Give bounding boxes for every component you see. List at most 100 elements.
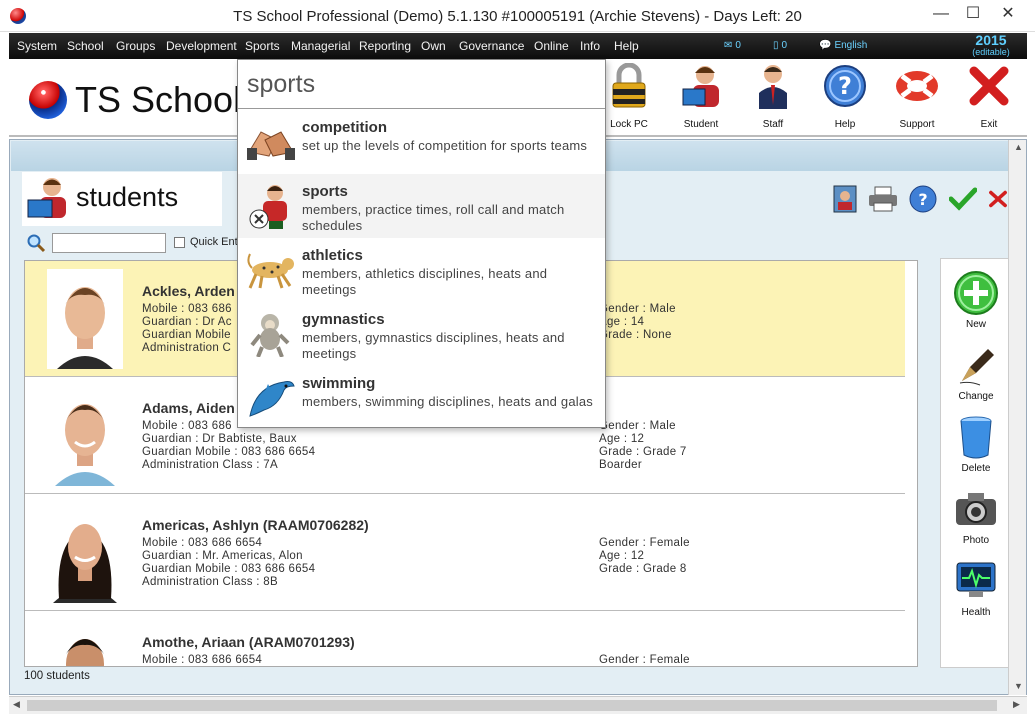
quick-entry-checkbox[interactable] [174, 237, 185, 248]
handshake-icon [246, 118, 296, 166]
speech-bubble-icon: 💬 [819, 40, 832, 51]
search-icon [27, 234, 46, 253]
student-count: 100 students [24, 670, 90, 682]
confirm-button[interactable] [948, 184, 978, 214]
academic-year[interactable]: 2015 (editable) [969, 33, 1013, 57]
menu-bar: System School Groups Development Sports … [9, 33, 1027, 59]
cancel-button[interactable] [988, 184, 1008, 214]
menu-info[interactable]: Info [580, 39, 600, 53]
scroll-up-icon[interactable]: ▲ [1014, 142, 1023, 152]
table-row[interactable]: Americas, Ashlyn (RAAM0706282) Mobile : … [25, 495, 905, 611]
dolphin-icon [246, 374, 296, 422]
student-icon [678, 63, 724, 109]
student-name: Adams, Aiden [142, 400, 235, 416]
help-icon: ? [909, 185, 937, 213]
table-row[interactable]: Amothe, Ariaan (ARAM0701293) Mobile : 08… [25, 612, 905, 666]
quick-entry-label: Quick Ent [190, 236, 238, 248]
student-photo [47, 620, 123, 666]
student-contact-details: Mobile : 083 686 Guardian : Dr Ac Guardi… [142, 303, 232, 354]
dropdown-item-sports[interactable]: sports members, practice times, roll cal… [238, 174, 605, 238]
svg-text:?: ? [918, 190, 927, 209]
menu-reporting[interactable]: Reporting [359, 39, 411, 53]
dropdown-item-competition[interactable]: competition set up the levels of competi… [238, 110, 605, 174]
lifebuoy-icon [894, 63, 940, 109]
menu-help[interactable]: Help [614, 39, 639, 53]
delete-button[interactable]: Delete [941, 415, 1011, 474]
scroll-down-icon[interactable]: ▼ [1014, 681, 1023, 691]
panel-title-box: students [22, 172, 222, 226]
exit-button[interactable]: Exit [959, 63, 1019, 130]
photo-button[interactable]: Photo [941, 487, 1011, 546]
menu-system[interactable]: System [17, 39, 57, 53]
student-contact-details: Mobile : 083 686 6654 [142, 654, 263, 666]
student-name: Ackles, Arden [142, 283, 235, 299]
student-icon [26, 176, 70, 220]
search-input[interactable] [52, 233, 166, 253]
checkmark-icon [949, 187, 977, 211]
fountain-pen-icon [954, 343, 998, 387]
printer-icon [869, 186, 897, 212]
horizontal-scroll-thumb[interactable] [27, 700, 997, 711]
window-vertical-scrollbar[interactable]: ▲ ▼ [1008, 140, 1026, 695]
close-button[interactable]: ✕ [985, 0, 1031, 30]
student-contact-details: Mobile : 083 686 6654 Guardian : Mr. Ame… [142, 537, 316, 588]
dropdown-item-gymnastics[interactable]: gymnastics members, gymnastics disciplin… [238, 302, 605, 366]
new-button[interactable]: New [941, 271, 1011, 330]
logo-text: TS School [75, 79, 242, 120]
scroll-left-icon[interactable]: ◀ [13, 699, 20, 710]
phone-badge[interactable]: ▯ 0 [773, 40, 787, 51]
plus-icon [954, 271, 998, 315]
student-profile-details: Gender : Male Age : 14 Grade : None [599, 303, 676, 341]
help-button[interactable]: ? Help [815, 63, 875, 130]
change-button[interactable]: Change [941, 343, 1011, 402]
monkey-icon [246, 310, 296, 358]
student-photo [47, 386, 123, 486]
close-icon [989, 190, 1007, 208]
photo-card-icon [833, 185, 857, 213]
menu-sports[interactable]: Sports [245, 39, 280, 53]
trash-bin-icon [954, 415, 998, 459]
menu-groups[interactable]: Groups [116, 39, 155, 53]
scroll-right-icon[interactable]: ▶ [1013, 699, 1020, 710]
lock-pc-button[interactable]: Lock PC [599, 63, 659, 130]
staff-button[interactable]: Staff [743, 63, 803, 130]
staff-icon [750, 63, 796, 109]
student-button[interactable]: Student [671, 63, 731, 130]
padlock-icon [606, 63, 652, 109]
mail-badge[interactable]: ✉ 0 [724, 40, 741, 51]
dropdown-item-swimming[interactable]: swimming members, swimming disciplines, … [238, 366, 605, 430]
language-badge[interactable]: 💬 English [819, 40, 867, 51]
page-title: students [76, 182, 179, 212]
heart-monitor-icon [954, 559, 998, 603]
envelope-icon: ✉ [724, 40, 733, 51]
side-action-panel: New Change Delete Photo Health [940, 258, 1010, 668]
exit-x-icon [966, 63, 1012, 109]
menu-own[interactable]: Own [421, 39, 446, 53]
health-button[interactable]: Health [941, 559, 1011, 618]
soccer-player-icon [246, 182, 296, 230]
window-title: TS School Professional (Demo) 5.1.130 #1… [233, 8, 802, 25]
window-horizontal-scrollbar[interactable]: ◀ ▶ [9, 696, 1027, 714]
svg-text:?: ? [838, 72, 852, 100]
menu-governance[interactable]: Governance [459, 39, 524, 53]
panel-help-button[interactable]: ? [908, 184, 938, 214]
menu-development[interactable]: Development [166, 39, 237, 53]
photo-card-button[interactable] [830, 184, 860, 214]
sports-dropdown: sports competition set up the levels of … [237, 59, 606, 428]
logo-ball-icon [29, 81, 67, 119]
student-profile-details: Gender : Male Age : 12 Grade : Grade 7 B… [599, 420, 687, 471]
menu-online[interactable]: Online [534, 39, 569, 53]
student-profile-details: Gender : Female [599, 654, 690, 666]
camera-icon [954, 487, 998, 531]
print-button[interactable] [868, 184, 898, 214]
dropdown-search-text[interactable]: sports [238, 60, 605, 109]
menu-managerial[interactable]: Managerial [291, 39, 350, 53]
student-profile-details: Gender : Female Age : 12 Grade : Grade 8 [599, 537, 690, 575]
menu-school[interactable]: School [67, 39, 104, 53]
dropdown-item-athletics[interactable]: athletics members, athletics disciplines… [238, 238, 605, 302]
student-name: Amothe, Ariaan (ARAM0701293) [142, 634, 355, 650]
student-photo [47, 503, 123, 603]
support-button[interactable]: Support [887, 63, 947, 130]
phone-icon: ▯ [773, 40, 779, 51]
student-photo [47, 269, 123, 369]
